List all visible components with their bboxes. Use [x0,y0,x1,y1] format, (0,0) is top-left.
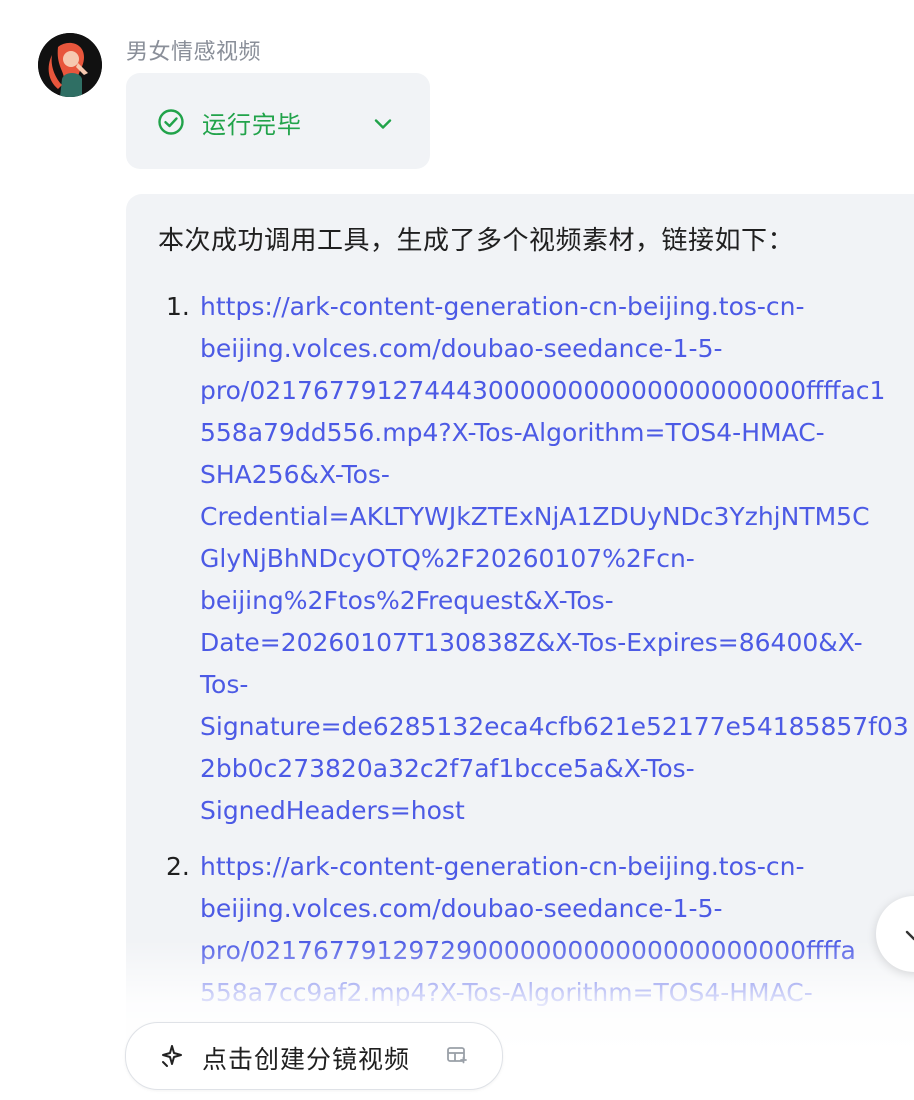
link-line[interactable]: SHA256&X-Tos- [200,454,914,496]
bot-name: 男女情感视频 [126,40,262,65]
message-intro: 本次成功调用工具，生成了多个视频素材，链接如下： [158,226,795,256]
create-storyboard-video-button[interactable]: 点击创建分镜视频 [125,1022,503,1090]
link-line[interactable]: Date=20260107T130838Z&X-Tos-Expires=8640… [200,622,914,664]
sparkle-icon [162,1045,182,1067]
run-status-label: 运行完毕 [202,111,302,139]
list-item: 1. https://ark-content-generation-cn-bei… [126,286,914,832]
chevron-down-icon[interactable] [370,111,396,137]
link-line[interactable]: 558a7cc9af2.mp4?X-Tos-Algorithm=TOS4-HMA… [200,972,914,1014]
link-line[interactable]: 2bb0c273820a32c2f7af1bcce5a&X-Tos- [200,748,914,790]
video-link-1[interactable]: https://ark-content-generation-cn-beijin… [200,286,914,832]
link-line[interactable]: pro/02176779129729000000000000000000000f… [200,930,914,972]
list-number: 1. [166,292,190,321]
link-line[interactable]: https://ark-content-generation-cn-beijin… [200,286,914,328]
list-number: 2. [166,852,190,881]
link-list: 1. https://ark-content-generation-cn-bei… [126,286,914,1028]
link-line[interactable]: 558a79dd556.mp4?X-Tos-Algorithm=TOS4-HMA… [200,412,914,454]
run-status-card[interactable]: 运行完毕 [126,73,430,169]
link-line[interactable]: Credential=AKLTYWJkZTExNjA1ZDUyNDc3YzhjN… [200,496,914,538]
link-line[interactable]: GlyNjBhNDcyOTQ%2F20260107%2Fcn- [200,538,914,580]
message-bubble: 本次成功调用工具，生成了多个视频素材，链接如下： 1. https://ark-… [126,194,914,1100]
layout-icon [447,1047,467,1064]
list-item: 2. https://ark-content-generation-cn-bei… [126,846,914,1014]
link-line[interactable]: beijing.volces.com/doubao-seedance-1-5- [200,888,914,930]
chat-page: 男女情感视频 运行完毕 本次成功调用工具，生成了多个视频素材，链接如下： 1. … [0,0,914,1100]
link-line[interactable]: Tos- [200,664,914,706]
link-line[interactable]: Signature=de6285132eca4cfb621e52177e5418… [200,706,914,748]
create-storyboard-video-label: 点击创建分镜视频 [202,1045,411,1074]
link-line[interactable]: beijing%2Ftos%2Frequest&X-Tos- [200,580,914,622]
avatar-woman-illustration [38,33,102,97]
link-line[interactable]: pro/02176779127444300000000000000000000f… [200,370,914,412]
bot-avatar[interactable] [38,33,102,97]
check-circle-icon [158,109,184,135]
video-link-2[interactable]: https://ark-content-generation-cn-beijin… [200,846,914,1014]
link-line[interactable]: beijing.volces.com/doubao-seedance-1-5- [200,328,914,370]
link-line[interactable]: https://ark-content-generation-cn-beijin… [200,846,914,888]
link-line[interactable]: SignedHeaders=host [200,790,914,832]
chevron-down-icon [905,930,914,941]
